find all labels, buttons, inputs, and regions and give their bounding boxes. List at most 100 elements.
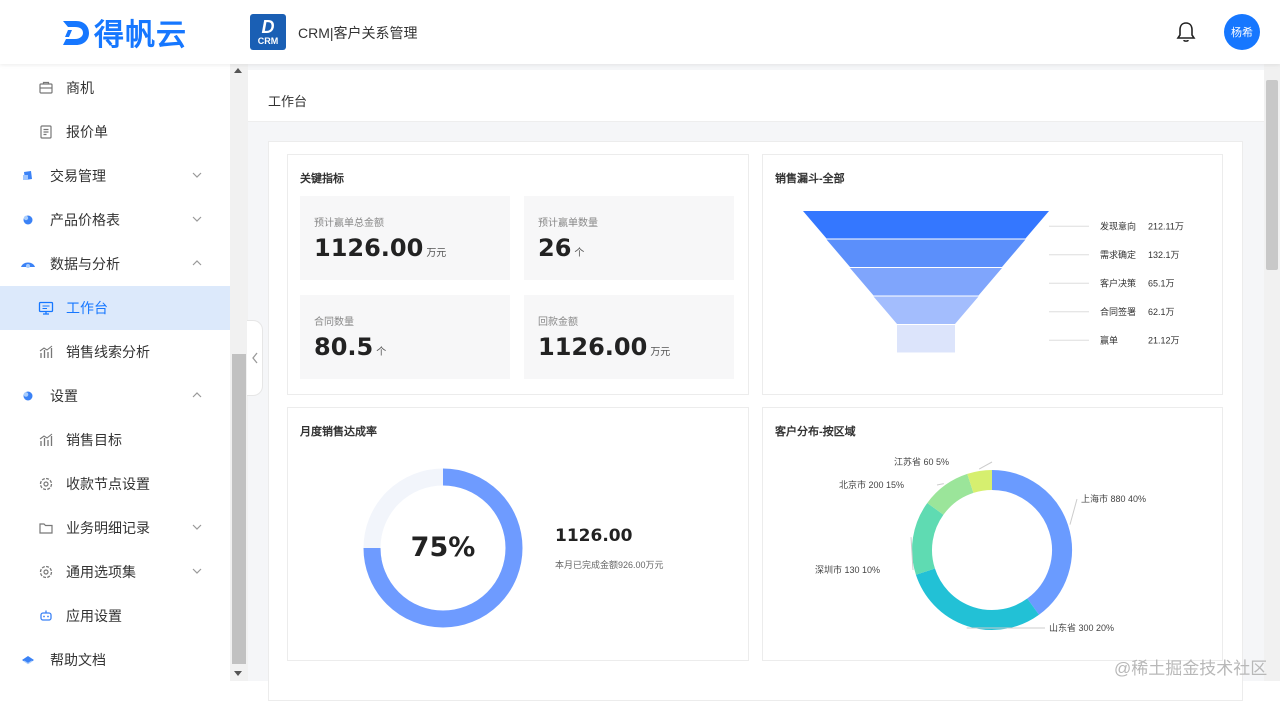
sidebar-collapse-button[interactable] bbox=[247, 320, 263, 396]
region-slice-label: 北京市 200 15% bbox=[839, 479, 904, 490]
region-slice[interactable] bbox=[925, 572, 1033, 620]
kpi-card-title: 关键指标 bbox=[300, 170, 344, 186]
region-slice-label: 山东省 300 20% bbox=[1049, 622, 1114, 633]
kpi-expected-count: 预计赢单数量 26个 bbox=[524, 196, 734, 280]
sidebar-item-help-docs[interactable]: 帮助文档 bbox=[0, 638, 230, 681]
monthly-target-card: 月度销售达成率 75% 1126.00 本月已完成金额926.00万元 bbox=[287, 407, 749, 661]
sidebar-item-label: 收款节点设置 bbox=[66, 474, 150, 494]
chevron-down-icon bbox=[192, 215, 202, 223]
robot-icon bbox=[38, 608, 54, 624]
sidebar-item-workbench[interactable]: 工作台 bbox=[0, 286, 230, 330]
sales-funnel-chart: 发现意向212.11万需求确定132.1万客户决策65.1万合同签署62.1万赢… bbox=[763, 155, 1224, 396]
region-slice[interactable] bbox=[935, 483, 970, 508]
sidebar-item-label: 工作台 bbox=[66, 298, 108, 318]
sidebar-nav: 商机 报价单 交易管理 产品价格表 数据与分析 工作台 bbox=[0, 64, 230, 681]
funnel-segment[interactable] bbox=[897, 325, 955, 353]
user-avatar[interactable]: 杨希 bbox=[1224, 14, 1260, 50]
funnel-segment[interactable] bbox=[850, 268, 1002, 296]
target-card-title: 月度销售达成率 bbox=[300, 423, 377, 439]
funnel-value-label: 212.11万 bbox=[1148, 221, 1184, 231]
kpi-label: 预计赢单数量 bbox=[538, 214, 598, 229]
scroll-up-arrow-icon[interactable] bbox=[234, 68, 242, 73]
sidebar-item-settings[interactable]: 设置 bbox=[0, 374, 230, 418]
funnel-value-label: 132.1万 bbox=[1148, 250, 1180, 260]
target-amount: 1126.00 bbox=[555, 526, 632, 546]
sidebar-item-app-settings[interactable]: 应用设置 bbox=[0, 594, 230, 638]
kpi-value: 1126.00 bbox=[538, 333, 647, 361]
sidebar-item-opportunity[interactable]: 商机 bbox=[0, 66, 230, 110]
page-scroll-thumb[interactable] bbox=[1266, 80, 1278, 270]
chevron-up-icon bbox=[192, 391, 202, 399]
kpi-label: 回款金额 bbox=[538, 313, 578, 328]
app-badge-letter: D bbox=[262, 18, 275, 36]
logo-d-icon bbox=[58, 15, 92, 49]
chevron-up-icon bbox=[192, 259, 202, 267]
sidebar-item-payment-node[interactable]: 收款节点设置 bbox=[0, 462, 230, 506]
notification-bell-icon[interactable] bbox=[1176, 21, 1196, 43]
kpi-contract-count: 合同数量 80.5个 bbox=[300, 295, 510, 379]
kpi-unit: 万元 bbox=[650, 347, 670, 358]
scroll-down-arrow-icon[interactable] bbox=[234, 671, 242, 676]
chevron-left-icon bbox=[251, 352, 259, 364]
kpi-unit: 万元 bbox=[426, 248, 446, 259]
funnel-category-label: 需求确定 bbox=[1100, 249, 1136, 260]
kpi-payment-amount: 回款金额 1126.00万元 bbox=[524, 295, 734, 379]
kpi-unit: 个 bbox=[574, 248, 584, 259]
region-leader-line bbox=[937, 484, 944, 485]
kpi-label: 预计赢单总金额 bbox=[314, 214, 384, 229]
sidebar-item-lead-analysis[interactable]: 销售线索分析 bbox=[0, 330, 230, 374]
sidebar-item-label: 应用设置 bbox=[66, 606, 122, 626]
target-percent-label: 75% bbox=[384, 532, 502, 563]
region-slice[interactable] bbox=[970, 480, 992, 483]
customer-region-card: 客户分布-按区域 上海市 880 40%山东省 300 20%深圳市 130 1… bbox=[762, 407, 1223, 661]
sidebar-item-label: 销售线索分析 bbox=[66, 342, 150, 362]
sidebar-item-trade[interactable]: 交易管理 bbox=[0, 154, 230, 198]
folder-icon bbox=[38, 520, 54, 536]
main-area: 工作台 关键指标 预计赢单总金额 1126.00万元 预计赢单数量 26个 合同… bbox=[248, 64, 1264, 681]
dashboard-content: 关键指标 预计赢单总金额 1126.00万元 预计赢单数量 26个 合同数量 8… bbox=[268, 141, 1243, 701]
kpi-card: 关键指标 预计赢单总金额 1126.00万元 预计赢单数量 26个 合同数量 8… bbox=[287, 154, 749, 395]
sales-funnel-card: 销售漏斗-全部 发现意向212.11万需求确定132.1万客户决策65.1万合同… bbox=[762, 154, 1223, 395]
funnel-value-label: 65.1万 bbox=[1148, 278, 1175, 288]
sidebar-scroll-thumb[interactable] bbox=[232, 354, 246, 664]
product-icon bbox=[20, 212, 36, 228]
funnel-category-label: 发现意向 bbox=[1100, 220, 1136, 231]
target-note: 本月已完成金额926.00万元 bbox=[555, 558, 664, 571]
funnel-value-label: 21.12万 bbox=[1148, 335, 1180, 345]
region-leader-line bbox=[1070, 499, 1077, 525]
funnel-value-label: 62.1万 bbox=[1148, 307, 1175, 317]
region-slice-label: 江苏省 60 5% bbox=[894, 456, 949, 467]
sidebar-item-label: 销售目标 bbox=[66, 430, 122, 450]
funnel-segment[interactable] bbox=[827, 240, 1026, 268]
kpi-label: 合同数量 bbox=[314, 313, 354, 328]
kpi-value-wrap: 1126.00万元 bbox=[538, 333, 670, 361]
funnel-segment[interactable] bbox=[874, 297, 979, 325]
sidebar-item-option-sets[interactable]: 通用选项集 bbox=[0, 550, 230, 594]
brand-logo[interactable]: 得帆云 bbox=[58, 14, 187, 50]
funnel-category-label: 合同签署 bbox=[1100, 306, 1136, 317]
kpi-value-wrap: 80.5个 bbox=[314, 333, 386, 361]
sidebar-item-product-price[interactable]: 产品价格表 bbox=[0, 198, 230, 242]
app-badge-text: CRM bbox=[258, 36, 279, 46]
kpi-value-wrap: 1126.00万元 bbox=[314, 234, 446, 262]
gear-icon bbox=[38, 476, 54, 492]
funnel-segment[interactable] bbox=[803, 211, 1049, 239]
sidebar-item-business-records[interactable]: 业务明细记录 bbox=[0, 506, 230, 550]
gear-icon bbox=[38, 564, 54, 580]
page-title: 工作台 bbox=[268, 91, 307, 110]
logo-text: 得帆云 bbox=[94, 10, 187, 54]
trade-icon bbox=[20, 168, 36, 184]
sidebar-item-data-analysis[interactable]: 数据与分析 bbox=[0, 242, 230, 286]
sidebar-item-sales-target[interactable]: 销售目标 bbox=[0, 418, 230, 462]
funnel-category-label: 赢单 bbox=[1100, 334, 1118, 345]
sidebar-item-label: 报价单 bbox=[66, 122, 108, 142]
kpi-unit: 个 bbox=[376, 347, 386, 358]
kpi-value: 1126.00 bbox=[314, 234, 423, 262]
sidebar-item-quotation[interactable]: 报价单 bbox=[0, 110, 230, 154]
bar-chart-icon bbox=[38, 344, 54, 360]
region-slice[interactable] bbox=[992, 480, 1062, 607]
kpi-value-wrap: 26个 bbox=[538, 234, 584, 262]
region-slice[interactable] bbox=[922, 509, 935, 572]
kpi-value: 26 bbox=[538, 234, 571, 262]
region-slice-label: 深圳市 130 10% bbox=[815, 564, 880, 575]
